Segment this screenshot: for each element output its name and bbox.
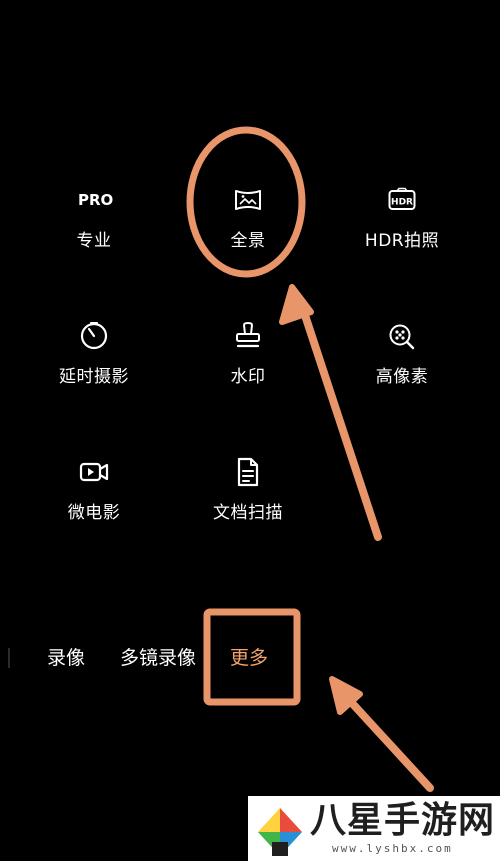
stamp-icon <box>232 320 264 352</box>
mode-label: 延时摄影 <box>59 367 129 387</box>
mode-hdr[interactable]: HDR HDR拍照 <box>332 184 472 251</box>
document-icon <box>232 456 264 488</box>
svg-text:HDR: HDR <box>391 198 413 208</box>
site-url: www.lyshbx.com <box>332 842 453 855</box>
timer-icon <box>78 320 110 352</box>
bottom-mode-bar: 录像 多镜录像 更多 <box>0 638 500 678</box>
mode-pro[interactable]: PRO 专业 <box>24 184 164 251</box>
annotation-overlay <box>186 126 434 792</box>
tab-multi-lens-video[interactable]: 多镜录像 <box>120 638 196 678</box>
mode-timelapse[interactable]: 延时摄影 <box>24 320 164 387</box>
mode-label: 文档扫描 <box>213 503 283 523</box>
pro-text-icon: PRO <box>78 191 114 209</box>
hdr-icon: HDR <box>386 184 418 216</box>
mode-highres[interactable]: 高像素 <box>332 320 472 387</box>
video-camera-icon <box>78 456 110 488</box>
site-logo-icon <box>258 808 302 856</box>
mode-label: 专业 <box>76 231 112 251</box>
mode-label: 水印 <box>230 367 266 387</box>
tab-more[interactable]: 更多 <box>230 638 268 678</box>
mode-label: 微电影 <box>67 503 121 523</box>
mode-docscan[interactable]: 文档扫描 <box>178 456 318 523</box>
mode-label: HDR拍照 <box>364 231 440 251</box>
panorama-icon <box>232 184 264 216</box>
mode-label: 全景 <box>230 231 266 251</box>
site-watermark: 八星手游网 www.lyshbx.com <box>248 796 500 861</box>
mode-watermark[interactable]: 水印 <box>178 320 318 387</box>
arrow-diagonal-icon <box>329 676 434 792</box>
site-title: 八星手游网 <box>310 800 496 841</box>
high-resolution-icon <box>386 320 418 352</box>
mode-microfilm[interactable]: 微电影 <box>24 456 164 523</box>
mode-panorama[interactable]: 全景 <box>178 184 318 251</box>
tab-video[interactable]: 录像 <box>47 638 85 678</box>
mode-label: 高像素 <box>375 367 429 387</box>
